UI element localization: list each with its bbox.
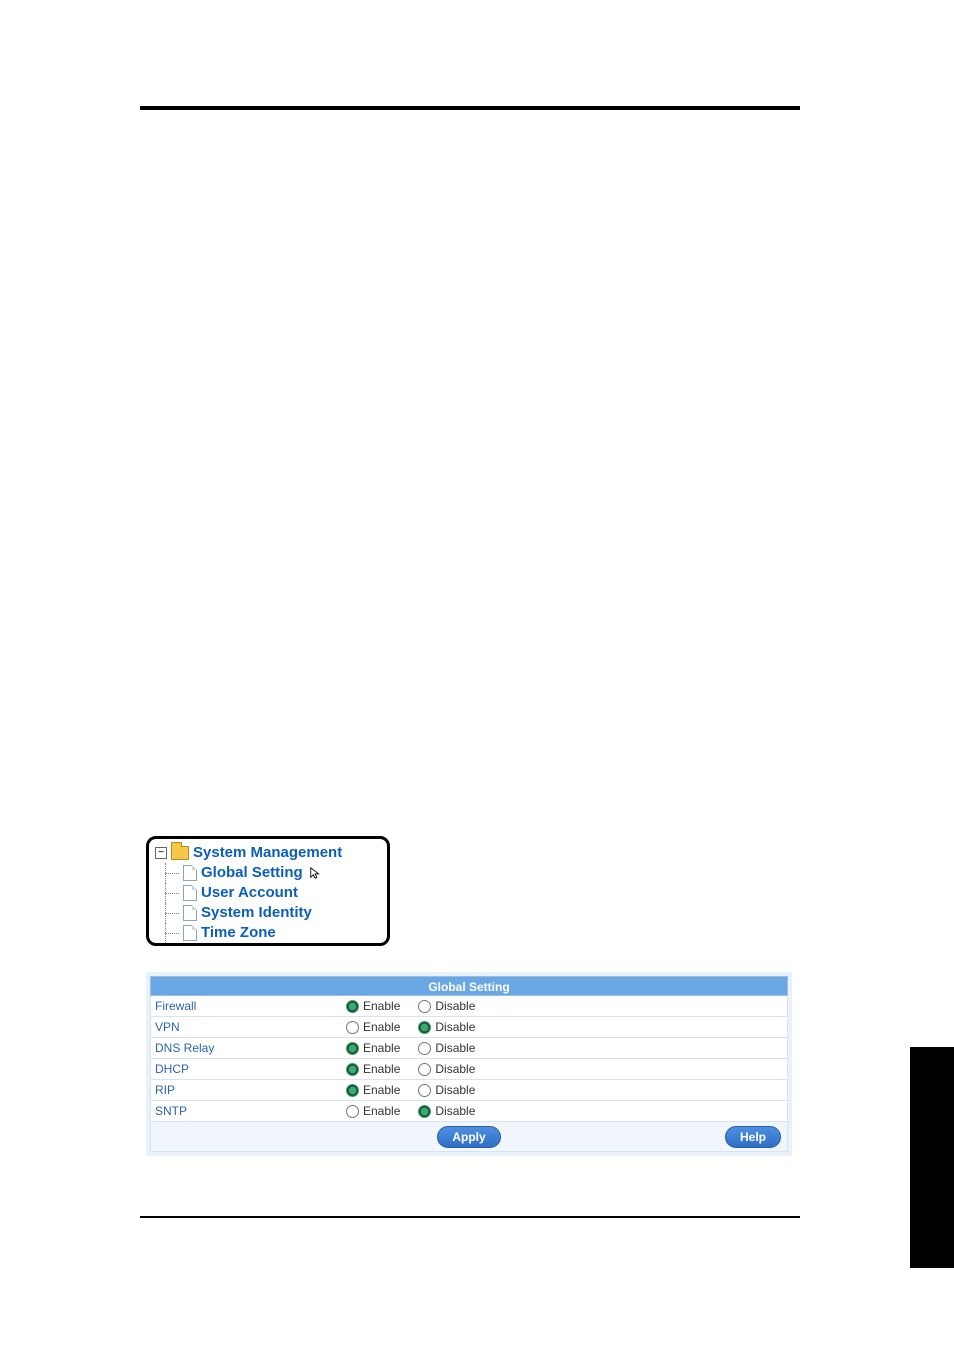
enable-radio[interactable] [346, 1021, 359, 1034]
enable-radio[interactable] [346, 1063, 359, 1076]
setting-label: Firewall [151, 999, 346, 1013]
enable-radio[interactable] [346, 1084, 359, 1097]
enable-text: Enable [363, 1104, 400, 1118]
setting-row: Firewall Enable Disable [150, 996, 788, 1017]
enable-option[interactable]: Enable [346, 1104, 418, 1118]
disable-option[interactable]: Disable [418, 1083, 493, 1097]
disable-radio[interactable] [418, 1105, 431, 1118]
disable-radio[interactable] [418, 1042, 431, 1055]
disable-option[interactable]: Disable [418, 1104, 493, 1118]
enable-text: Enable [363, 999, 400, 1013]
tree-item[interactable]: Time Zone [155, 923, 381, 943]
disable-option[interactable]: Disable [418, 1041, 493, 1055]
folder-icon [171, 846, 189, 860]
tree-root-label: System Management [193, 844, 342, 862]
tree-item-label: User Account [201, 884, 298, 902]
enable-text: Enable [363, 1041, 400, 1055]
enable-option[interactable]: Enable [346, 1020, 418, 1034]
tree-item[interactable]: Global Setting [155, 863, 381, 883]
enable-text: Enable [363, 1083, 400, 1097]
disable-text: Disable [435, 999, 475, 1013]
setting-label: RIP [151, 1083, 346, 1097]
tree-root[interactable]: − System Management [155, 843, 381, 863]
page-icon [183, 885, 197, 901]
disable-radio[interactable] [418, 1084, 431, 1097]
disable-radio[interactable] [418, 1063, 431, 1076]
panel-actions: Apply Help [150, 1122, 788, 1152]
help-button[interactable]: Help [725, 1126, 781, 1148]
page-icon [183, 865, 197, 881]
disable-text: Disable [435, 1062, 475, 1076]
disable-text: Disable [435, 1104, 475, 1118]
enable-option[interactable]: Enable [346, 999, 418, 1013]
cursor-icon [309, 866, 323, 880]
disable-text: Disable [435, 1083, 475, 1097]
tree-item[interactable]: User Account [155, 883, 381, 903]
setting-label: DHCP [151, 1062, 346, 1076]
tree-item-label: Global Setting [201, 864, 303, 882]
disable-option[interactable]: Disable [418, 1020, 493, 1034]
collapse-icon[interactable]: − [155, 847, 167, 859]
page-top-rule [140, 106, 800, 110]
tree-item-label: Time Zone [201, 924, 276, 942]
enable-radio[interactable] [346, 1000, 359, 1013]
tree-item-label: System Identity [201, 904, 312, 922]
panel-header: Global Setting [150, 976, 788, 996]
setting-row: DHCP Enable Disable [150, 1059, 788, 1080]
global-setting-panel: Global Setting Firewall Enable Disable VPN E… [146, 972, 792, 1156]
setting-row: SNTP Enable Disable [150, 1101, 788, 1122]
setting-row: RIP Enable Disable [150, 1080, 788, 1101]
disable-option[interactable]: Disable [418, 1062, 493, 1076]
setting-label: VPN [151, 1020, 346, 1034]
side-tab [910, 1047, 954, 1268]
page-icon [183, 925, 197, 941]
setting-row: VPN Enable Disable [150, 1017, 788, 1038]
enable-text: Enable [363, 1062, 400, 1076]
disable-text: Disable [435, 1041, 475, 1055]
disable-option[interactable]: Disable [418, 999, 493, 1013]
page-bottom-rule [140, 1216, 800, 1218]
setting-row: DNS Relay Enable Disable [150, 1038, 788, 1059]
setting-label: SNTP [151, 1104, 346, 1118]
enable-radio[interactable] [346, 1042, 359, 1055]
page-icon [183, 905, 197, 921]
nav-tree: − System Management Global Setting User A… [146, 836, 390, 946]
enable-option[interactable]: Enable [346, 1041, 418, 1055]
disable-radio[interactable] [418, 1021, 431, 1034]
tree-item[interactable]: System Identity [155, 903, 381, 923]
enable-option[interactable]: Enable [346, 1083, 418, 1097]
enable-radio[interactable] [346, 1105, 359, 1118]
setting-label: DNS Relay [151, 1041, 346, 1055]
disable-radio[interactable] [418, 1000, 431, 1013]
disable-text: Disable [435, 1020, 475, 1034]
enable-text: Enable [363, 1020, 400, 1034]
apply-button[interactable]: Apply [437, 1126, 500, 1148]
enable-option[interactable]: Enable [346, 1062, 418, 1076]
